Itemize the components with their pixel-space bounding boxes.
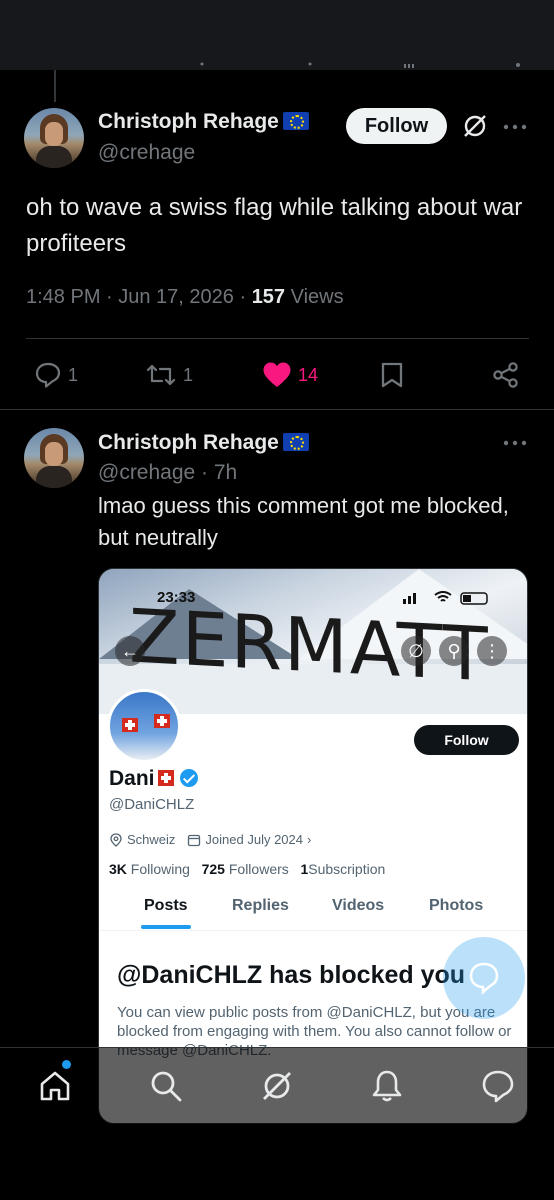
- repost-icon: [146, 364, 176, 386]
- search-icon[interactable]: ⚲: [439, 636, 469, 666]
- attached-screenshot[interactable]: ZERMATT 23:33 ← ∅ ⚲ ⋮ Follow Dani @DaniC…: [98, 568, 528, 1124]
- eu-flag-icon: [282, 433, 309, 451]
- notifications-icon[interactable]: [369, 1068, 405, 1104]
- thread-connector-line: [54, 70, 56, 102]
- embedded-status-time: 23:33: [157, 589, 196, 606]
- embedded-location: Schweiz: [127, 832, 176, 847]
- author-name[interactable]: Christoph Rehage: [98, 110, 309, 134]
- tab-replies[interactable]: Replies: [232, 897, 289, 915]
- bookmark-icon: [381, 362, 403, 388]
- embedded-status-icons: [403, 591, 488, 605]
- views-count: 157: [251, 286, 286, 308]
- compose-fab[interactable]: [443, 937, 525, 1019]
- author-avatar[interactable]: [24, 108, 84, 168]
- more-icon[interactable]: ⋮: [477, 636, 507, 666]
- reply-author-name[interactable]: Christoph Rehage: [98, 431, 309, 455]
- more-icon[interactable]: [502, 122, 528, 132]
- like-action[interactable]: 14: [262, 361, 318, 389]
- post-timestamp[interactable]: 1:48 PM · Jun 17, 2026 ·: [26, 286, 252, 308]
- tab-photos[interactable]: Photos: [429, 897, 483, 915]
- views-label: Views: [285, 286, 344, 308]
- author-handle[interactable]: @crehage: [98, 141, 195, 165]
- bottom-navigation: [0, 1047, 554, 1127]
- embedded-profile-handle: @DaniCHLZ: [109, 796, 195, 813]
- search-icon[interactable]: [148, 1068, 184, 1104]
- tab-videos[interactable]: Videos: [332, 897, 384, 915]
- share-action[interactable]: [492, 361, 520, 389]
- embedded-profile-avatar[interactable]: [107, 689, 181, 763]
- grok-nav-icon[interactable]: [259, 1068, 295, 1104]
- reply-count: 1: [68, 364, 79, 385]
- embedded-profile-stats: 3K Following 725 Followers 1Subscription: [109, 861, 386, 877]
- embedded-follow-button[interactable]: Follow: [414, 725, 519, 755]
- embedded-profile-name: Dani: [109, 767, 198, 791]
- share-icon: [493, 362, 518, 388]
- active-tab-indicator: [141, 925, 191, 929]
- post-text: oh to wave a swiss flag while talking ab…: [26, 194, 523, 257]
- back-arrow-icon[interactable]: ←: [115, 636, 145, 666]
- eu-flag-icon: [282, 112, 309, 130]
- clipped-text-row: [200, 62, 520, 68]
- embedded-profile-info: Schweiz Joined July 2024 ›: [109, 832, 323, 847]
- calendar-icon: [188, 834, 201, 846]
- profile-banner: ZERMATT 23:33 ← ∅ ⚲ ⋮: [99, 569, 527, 714]
- swiss-flag-icon: [157, 770, 174, 786]
- section-divider: [0, 409, 554, 410]
- grok-icon[interactable]: [462, 113, 488, 139]
- verified-badge-icon: [179, 769, 198, 787]
- messages-nav-icon[interactable]: [480, 1068, 516, 1104]
- home-icon[interactable]: [37, 1068, 73, 1104]
- bookmark-action[interactable]: [380, 361, 404, 389]
- blocked-notice-title: @DaniCHLZ has blocked you: [117, 961, 466, 989]
- tab-posts[interactable]: Posts: [144, 897, 188, 915]
- repost-count: 1: [183, 364, 194, 385]
- heart-icon: [263, 362, 291, 387]
- grok-icon[interactable]: ∅: [401, 636, 431, 666]
- unread-indicator-dot: [62, 1060, 71, 1069]
- embedded-joined: Joined July 2024: [205, 832, 303, 847]
- top-status-bar: [0, 0, 554, 70]
- more-icon[interactable]: [502, 438, 528, 448]
- follow-button[interactable]: Follow: [346, 108, 447, 144]
- repost-action[interactable]: 1: [145, 361, 193, 389]
- post-meta: 1:48 PM · Jun 17, 2026 · 157 Views: [26, 286, 344, 309]
- reply-author-avatar[interactable]: [24, 428, 84, 488]
- like-count: 14: [298, 364, 319, 385]
- location-icon: [110, 832, 122, 847]
- chevron-right-icon: ›: [307, 832, 312, 847]
- reply-author-handle[interactable]: @crehage · 7h: [98, 461, 237, 485]
- reply-text: lmao guess this comment got me blocked, …: [98, 493, 509, 550]
- messages-icon: [469, 962, 499, 995]
- reply-action[interactable]: 1: [34, 361, 78, 389]
- reply-icon: [35, 362, 61, 388]
- divider: [26, 338, 529, 339]
